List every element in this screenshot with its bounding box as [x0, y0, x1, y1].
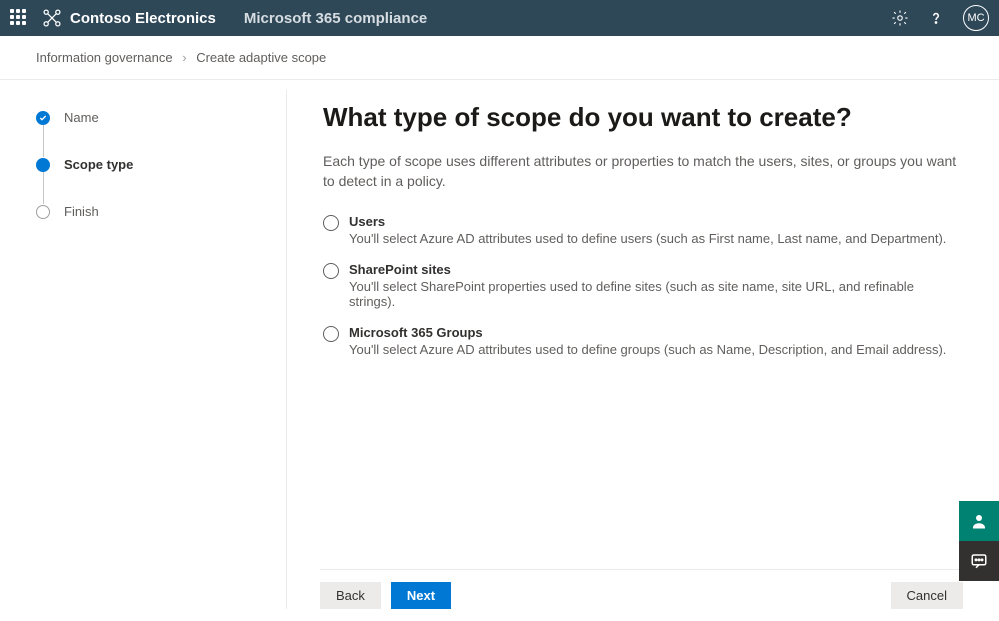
back-button[interactable]: Back	[320, 582, 381, 609]
option-title: Users	[349, 214, 946, 229]
radio-icon	[323, 326, 339, 342]
option-users[interactable]: Users You'll select Azure AD attributes …	[323, 214, 959, 246]
avatar[interactable]: MC	[963, 5, 989, 31]
step-label: Name	[64, 110, 99, 125]
chat-button[interactable]	[959, 541, 999, 581]
option-description: You'll select Azure AD attributes used t…	[349, 231, 946, 246]
wizard-footer: Back Next Cancel	[320, 569, 963, 609]
option-description: You'll select SharePoint properties used…	[349, 279, 959, 309]
page-description: Each type of scope uses different attrib…	[323, 151, 959, 192]
top-bar: Contoso Electronics Microsoft 365 compli…	[0, 0, 999, 36]
breadcrumb: Information governance › Create adaptive…	[0, 36, 999, 80]
radio-icon	[323, 263, 339, 279]
help-icon[interactable]	[927, 9, 945, 27]
option-sharepoint-sites[interactable]: SharePoint sites You'll select SharePoin…	[323, 262, 959, 309]
chevron-right-icon: ›	[182, 50, 186, 65]
step-scope-type[interactable]: Scope type	[36, 157, 266, 204]
step-finish[interactable]: Finish	[36, 204, 266, 219]
chat-icon	[970, 552, 988, 570]
feedback-button[interactable]	[959, 501, 999, 541]
company-name: Contoso Electronics	[70, 10, 216, 27]
option-title: Microsoft 365 Groups	[349, 325, 946, 340]
suite-name: Microsoft 365 compliance	[244, 10, 427, 27]
wizard-stepper: Name Scope type Finish	[0, 80, 286, 619]
step-label: Scope type	[64, 157, 133, 172]
option-description: You'll select Azure AD attributes used t…	[349, 342, 946, 357]
pending-step-dot-icon	[36, 205, 50, 219]
check-icon	[36, 111, 50, 125]
option-m365-groups[interactable]: Microsoft 365 Groups You'll select Azure…	[323, 325, 959, 357]
next-button[interactable]: Next	[391, 582, 451, 609]
option-title: SharePoint sites	[349, 262, 959, 277]
radio-icon	[323, 215, 339, 231]
cancel-button[interactable]: Cancel	[891, 582, 963, 609]
person-icon	[970, 512, 988, 530]
step-name[interactable]: Name	[36, 110, 266, 157]
app-launcher-icon[interactable]	[10, 9, 28, 27]
side-actions	[959, 501, 999, 581]
gear-icon[interactable]	[891, 9, 909, 27]
active-step-dot-icon	[36, 158, 50, 172]
main-content: What type of scope do you want to create…	[287, 80, 999, 619]
brand-logo-icon	[42, 8, 62, 28]
breadcrumb-parent[interactable]: Information governance	[36, 50, 173, 65]
page-title: What type of scope do you want to create…	[323, 102, 959, 133]
breadcrumb-current: Create adaptive scope	[196, 50, 326, 65]
step-label: Finish	[64, 204, 99, 219]
